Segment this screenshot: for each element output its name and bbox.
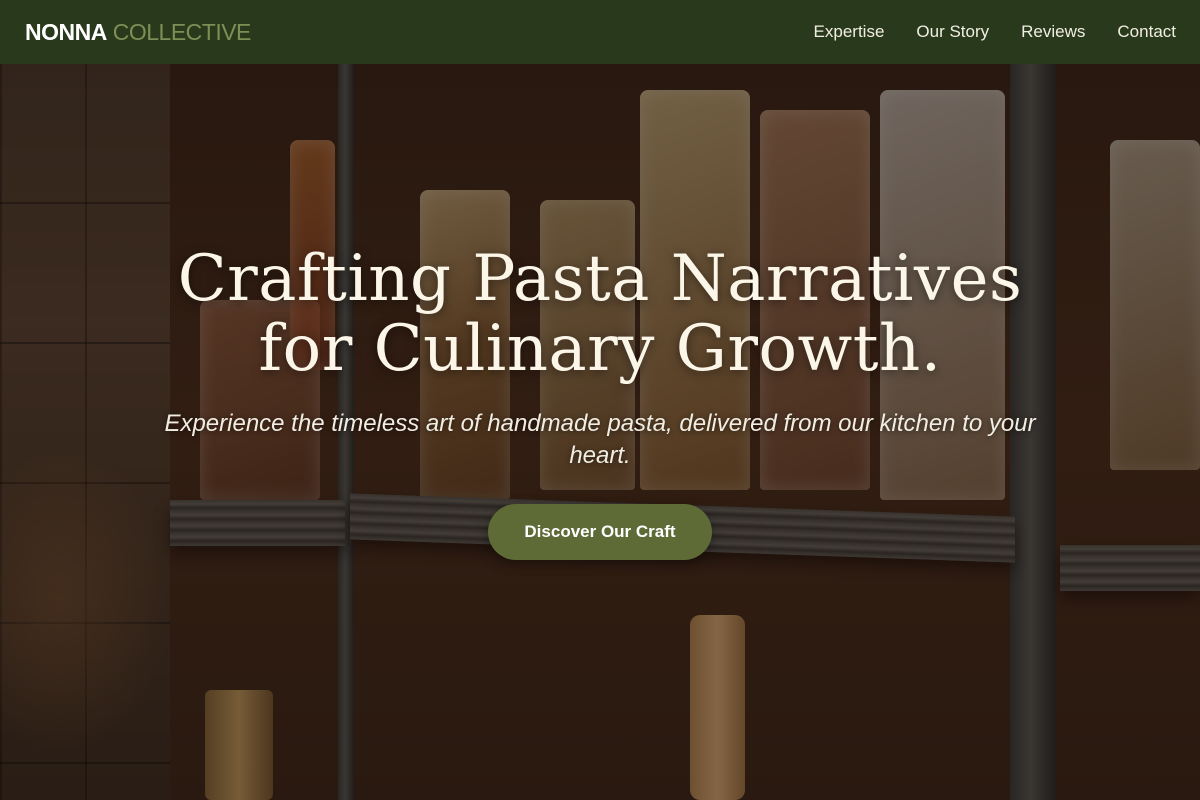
landing-page: NONNA COLLECTIVE Expertise Our Story Rev… (0, 0, 1200, 800)
main-nav: Expertise Our Story Reviews Contact (814, 22, 1176, 42)
hero-section: Crafting Pasta Narratives for Culinary G… (0, 64, 1200, 800)
nav-link-contact[interactable]: Contact (1117, 22, 1176, 42)
hero-subtitle: Experience the timeless art of handmade … (164, 410, 1036, 469)
hero-title-line-2: for Culinary Growth. (258, 312, 942, 386)
brand-primary-text: NONNA (25, 18, 107, 45)
nav-link-expertise[interactable]: Expertise (814, 22, 885, 42)
nav-link-our-story[interactable]: Our Story (916, 22, 989, 42)
brand-logo[interactable]: NONNA COLLECTIVE (25, 19, 251, 46)
hero-title: Crafting Pasta Narratives for Culinary G… (100, 244, 1100, 384)
nav-link-reviews[interactable]: Reviews (1021, 22, 1085, 42)
discover-craft-button[interactable]: Discover Our Craft (488, 504, 712, 560)
hero-title-line-1: Crafting Pasta Narratives (177, 242, 1023, 316)
brand-secondary-text: COLLECTIVE (112, 18, 252, 45)
top-navbar: NONNA COLLECTIVE Expertise Our Story Rev… (0, 0, 1200, 64)
